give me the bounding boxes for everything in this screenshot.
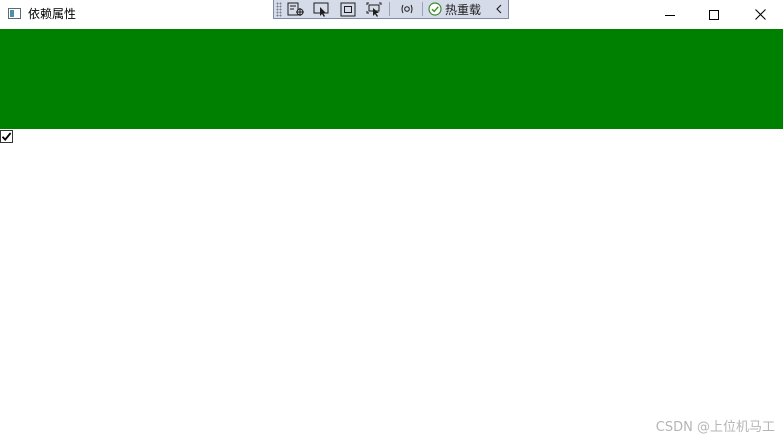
collapse-chevron-icon xyxy=(496,4,502,14)
binding-failures-button[interactable] xyxy=(395,1,419,18)
close-icon xyxy=(754,9,766,20)
hot-reload-check-icon xyxy=(428,2,442,16)
collapse-toolbar-button[interactable] xyxy=(493,1,505,18)
checkmark-icon xyxy=(1,132,12,141)
hot-reload-status[interactable]: 热重载 xyxy=(428,1,481,18)
minimize-button[interactable] xyxy=(647,0,693,29)
maximize-button[interactable] xyxy=(691,0,737,29)
close-button[interactable] xyxy=(737,0,783,29)
track-focus-button[interactable] xyxy=(362,1,386,18)
watermark: CSDN @上位机马工 xyxy=(655,420,775,435)
toggle-selection-icon xyxy=(313,2,329,17)
select-element-button[interactable] xyxy=(310,1,334,18)
toolbar-grip-handle[interactable] xyxy=(276,1,282,17)
toolbar-separator xyxy=(422,2,423,16)
live-visual-tree-button[interactable] xyxy=(284,1,308,18)
window-title: 依赖属性 xyxy=(28,7,77,21)
app-window-icon xyxy=(8,8,21,19)
display-adorners-icon xyxy=(340,2,356,16)
green-border-panel xyxy=(0,29,783,129)
app-window: 依赖属性 热重载 CSDN @上位机马工 xyxy=(0,0,783,440)
track-focus-icon xyxy=(366,2,382,17)
minimize-icon xyxy=(665,14,675,16)
select-element-icon xyxy=(287,2,304,16)
xaml-debug-toolbar: 热重载 xyxy=(273,0,509,19)
binding-failures-icon xyxy=(401,4,413,14)
maximize-icon xyxy=(709,9,719,20)
toolbar-separator xyxy=(389,2,390,16)
checkbox[interactable] xyxy=(0,130,13,143)
display-adorners-button[interactable] xyxy=(336,1,360,18)
hot-reload-label: 热重载 xyxy=(445,2,482,17)
